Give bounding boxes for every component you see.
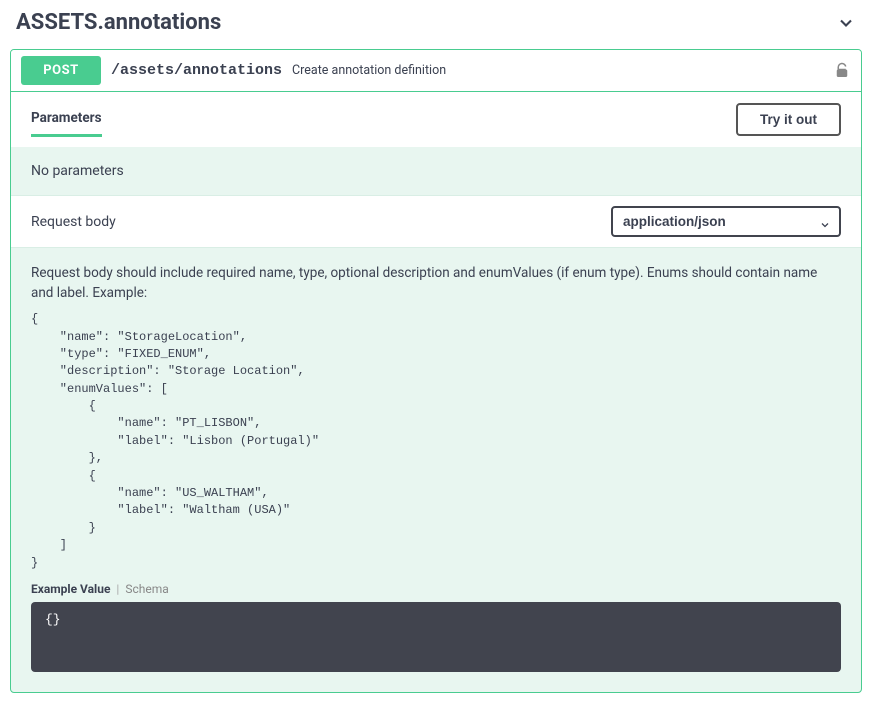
- unlock-icon[interactable]: [833, 62, 851, 80]
- try-it-out-button[interactable]: Try it out: [736, 103, 841, 136]
- operation-block: POST /assets/annotations Create annotati…: [10, 49, 862, 693]
- api-doc-container: ASSETS.annotations POST /assets/annotati…: [0, 0, 872, 693]
- request-body-label: Request body: [31, 214, 116, 230]
- tag-title: ASSETS.annotations: [16, 10, 221, 35]
- no-parameters-text: No parameters: [11, 147, 861, 195]
- chevron-down-icon: [836, 13, 856, 33]
- endpoint-summary: Create annotation definition: [292, 63, 446, 78]
- request-body-description: Request body should include required nam…: [31, 264, 841, 303]
- tab-schema[interactable]: Schema: [125, 582, 168, 596]
- http-method-badge: POST: [21, 56, 101, 85]
- request-body-bar: Request body application/json: [11, 195, 861, 248]
- tag-header[interactable]: ASSETS.annotations: [0, 0, 872, 49]
- endpoint-path: /assets/annotations: [111, 62, 282, 79]
- content-type-select-wrap: application/json: [611, 206, 841, 237]
- request-body-example-json: { "name": "StorageLocation", "type": "FI…: [31, 311, 841, 572]
- request-body-section: Request body should include required nam…: [11, 248, 861, 692]
- tab-separator: |: [116, 582, 119, 596]
- operation-summary[interactable]: POST /assets/annotations Create annotati…: [11, 50, 861, 92]
- example-value-box[interactable]: {}: [31, 602, 841, 672]
- parameters-bar: Parameters Try it out: [11, 92, 861, 147]
- tab-example-value[interactable]: Example Value: [31, 582, 110, 596]
- tab-parameters[interactable]: Parameters: [31, 102, 102, 137]
- content-type-select[interactable]: application/json: [611, 206, 841, 237]
- schema-tabs: Example Value | Schema: [31, 582, 841, 596]
